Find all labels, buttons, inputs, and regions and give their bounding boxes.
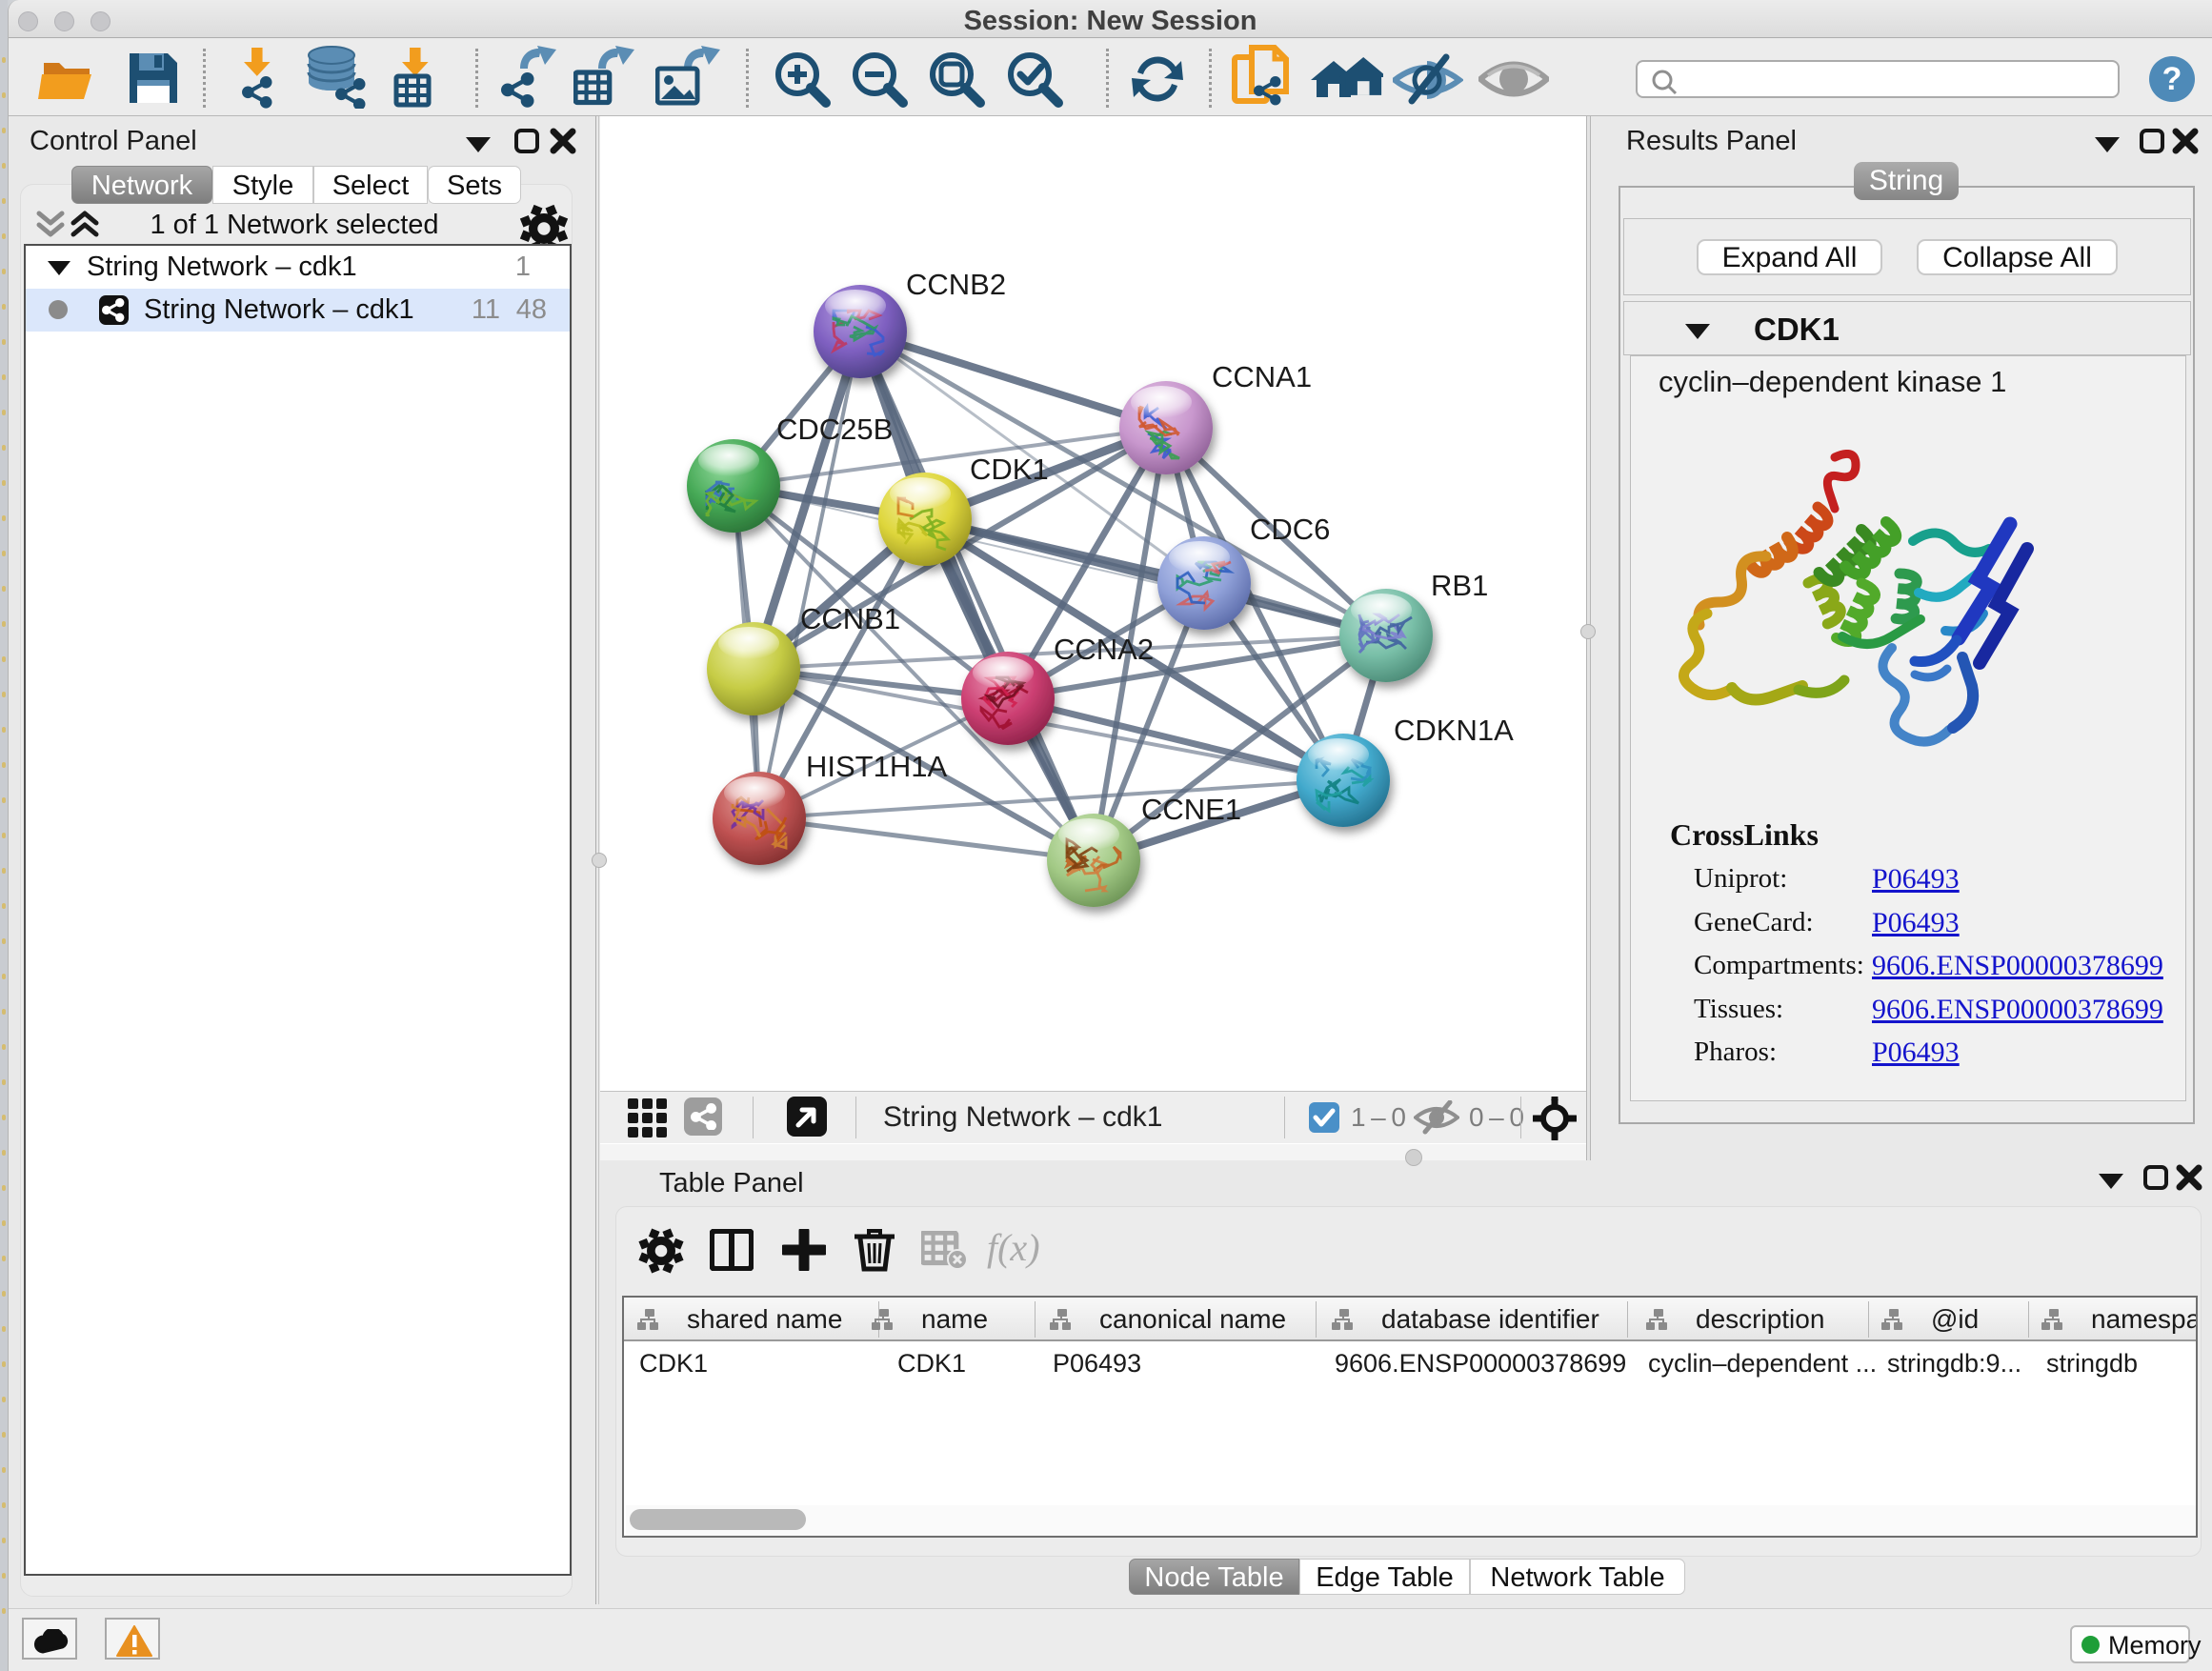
- svg-text:CCNB2: CCNB2: [906, 268, 1006, 301]
- svg-text:CCNA2: CCNA2: [1054, 633, 1154, 666]
- svg-text:CDK1: CDK1: [970, 453, 1049, 486]
- svg-text:CCNA1: CCNA1: [1212, 360, 1312, 393]
- svg-text:HIST1H1A: HIST1H1A: [806, 750, 947, 783]
- svg-text:RB1: RB1: [1431, 569, 1488, 602]
- svg-text:CDKN1A: CDKN1A: [1394, 714, 1514, 747]
- svg-text:CDC25B: CDC25B: [776, 413, 893, 446]
- svg-text:CCNB1: CCNB1: [800, 602, 900, 635]
- svg-text:CDC6: CDC6: [1250, 513, 1330, 546]
- svg-text:CCNE1: CCNE1: [1141, 793, 1241, 826]
